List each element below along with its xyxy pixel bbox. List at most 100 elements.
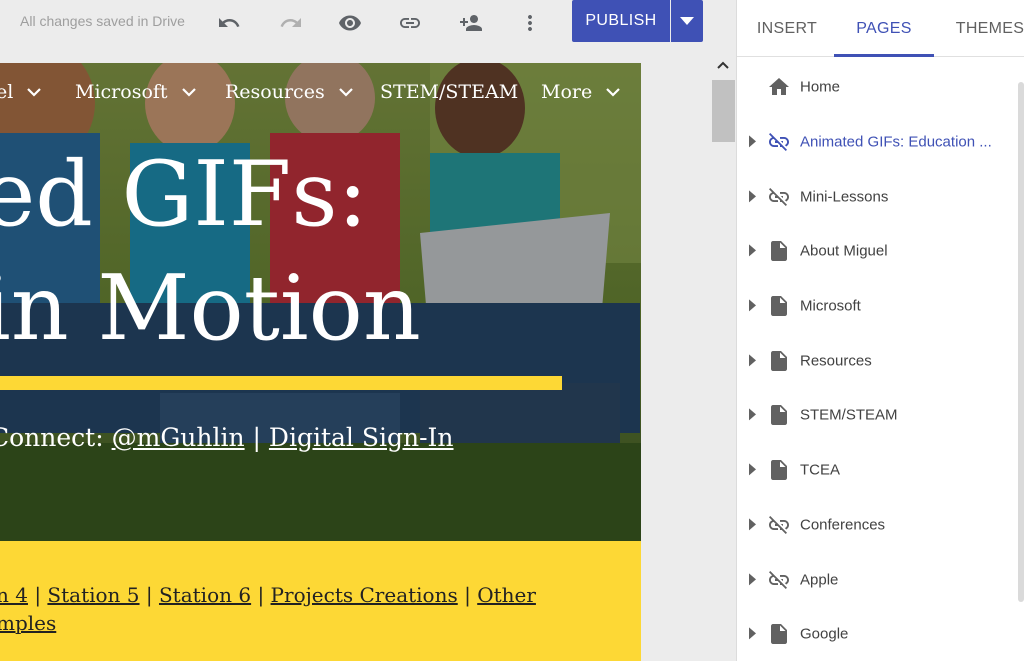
more-vert-icon	[528, 15, 532, 31]
home-icon	[769, 78, 789, 96]
page-item-mini-lessons[interactable]: Mini-Lessons	[737, 169, 1020, 224]
page-item-label: Microsoft	[800, 297, 861, 315]
page-icon	[771, 624, 787, 645]
undo-button[interactable]	[214, 8, 244, 38]
page-item-microsoft[interactable]: Microsoft	[737, 279, 1020, 334]
site-nav-label: Microsoft	[75, 81, 168, 103]
page-item-label: Google	[800, 625, 849, 643]
expand-caret-icon[interactable]	[749, 572, 757, 585]
page-item-label: TCEA	[800, 461, 841, 479]
link-separator: |	[251, 583, 271, 607]
publish-button[interactable]: PUBLISH	[572, 0, 670, 42]
chevron-down-icon	[181, 87, 196, 97]
editor-area: All changes saved in Drive PUBLISH el Mi…	[0, 0, 736, 661]
hero-connect-line: Connect: @mGuhlin | Digital Sign-In	[0, 423, 454, 452]
connect-prefix: Connect:	[0, 423, 112, 452]
site-nav-label: More	[541, 81, 593, 103]
chevron-down-icon	[606, 87, 621, 97]
expand-caret-icon[interactable]	[749, 354, 757, 367]
site-nav-item-microsoft[interactable]: Microsoft	[75, 81, 196, 103]
redo-icon	[280, 18, 301, 27]
page-item-animated-gifs[interactable]: Animated GIFs: Education ...	[737, 115, 1020, 170]
expand-caret-icon[interactable]	[749, 518, 757, 531]
chevron-down-icon	[338, 87, 353, 97]
link-separator: |	[139, 583, 159, 607]
save-status: All changes saved in Drive	[20, 13, 185, 29]
active-tab-indicator	[834, 54, 934, 57]
connect-separator: |	[244, 423, 269, 452]
tab-insert[interactable]: INSERT	[747, 0, 827, 57]
expand-caret-icon[interactable]	[749, 135, 757, 148]
page-item-conferences[interactable]: Conferences	[737, 498, 1020, 553]
undo-icon	[219, 18, 240, 27]
panel-scrollbar[interactable]	[1018, 82, 1024, 602]
link-off-icon	[769, 570, 789, 589]
site-nav-item-miguel[interactable]: el	[0, 81, 42, 103]
publish-group: PUBLISH	[572, 0, 703, 42]
station-5-link[interactable]: Station 5	[47, 583, 139, 607]
redo-button[interactable]	[276, 8, 306, 38]
share-button[interactable]	[456, 8, 486, 38]
link-separator: |	[27, 583, 48, 607]
other-examples-link-continued[interactable]: mples	[0, 611, 56, 635]
chevron-down-icon	[680, 17, 694, 25]
projects-creations-link[interactable]: Projects Creations	[271, 583, 458, 607]
tab-pages[interactable]: PAGES	[834, 0, 934, 57]
station-6-link[interactable]: Station 6	[159, 583, 251, 607]
page-item-label: Home	[800, 78, 841, 96]
expand-caret-icon[interactable]	[749, 244, 757, 257]
page-icon	[771, 241, 787, 262]
tab-themes[interactable]: THEMES	[945, 0, 1024, 57]
page-icon	[771, 296, 787, 317]
expand-caret-icon[interactable]	[749, 408, 757, 421]
page-item-tcea[interactable]: TCEA	[737, 443, 1020, 498]
site-nav-item-resources[interactable]: Resources	[225, 81, 353, 103]
sites-editor: All changes saved in Drive PUBLISH el Mi…	[0, 0, 1024, 661]
digital-sign-in-link[interactable]: Digital Sign-In	[269, 423, 454, 452]
other-examples-link[interactable]: Other	[477, 583, 536, 607]
expand-caret-icon[interactable]	[749, 627, 757, 640]
chevron-down-icon	[27, 87, 42, 97]
link-off-icon	[769, 515, 789, 534]
page-item-stem-steam[interactable]: STEM/STEAM	[737, 388, 1020, 443]
twitter-handle-link[interactable]: @mGuhlin	[112, 423, 245, 452]
station-links-section[interactable]: n 4 | Station 5 | Station 6 | Projects C…	[0, 541, 641, 661]
expand-caret-icon[interactable]	[749, 299, 757, 312]
page-item-label: Animated GIFs: Education ...	[800, 133, 992, 151]
site-nav-item-more[interactable]: More	[541, 81, 621, 103]
page-item-google[interactable]: Google	[737, 607, 1020, 661]
page-item-label: STEM/STEAM	[800, 406, 898, 424]
expand-caret-icon[interactable]	[749, 463, 757, 476]
site-canvas[interactable]: el Microsoft Resources STEM/STEAM More e…	[0, 63, 641, 661]
hero-section[interactable]: el Microsoft Resources STEM/STEAM More e…	[0, 63, 641, 541]
share-icon	[460, 15, 482, 31]
scrollbar-thumb[interactable]	[712, 80, 735, 142]
page-item-label: About Miguel	[800, 242, 888, 260]
page-icon	[771, 350, 787, 371]
hero-title-line-2: in Motion	[0, 256, 421, 361]
station-links: n 4 | Station 5 | Station 6 | Projects C…	[0, 581, 556, 637]
page-icon	[771, 460, 787, 481]
station-4-link[interactable]: n 4	[0, 583, 28, 607]
scroll-up-arrow[interactable]	[715, 58, 731, 72]
link-off-icon	[769, 187, 789, 206]
page-item-home[interactable]: Home	[737, 60, 1020, 115]
page-item-resources[interactable]: Resources	[737, 333, 1020, 388]
publish-options-button[interactable]	[671, 0, 703, 42]
pages-list: Home Animated GIFs: Education ... Mini-L…	[737, 60, 1020, 661]
site-nav-item-stem-steam[interactable]: STEM/STEAM	[380, 81, 518, 103]
link-icon	[400, 18, 420, 28]
link-off-icon	[769, 133, 789, 152]
page-item-label: Resources	[800, 352, 872, 370]
page-item-about-miguel[interactable]: About Miguel	[737, 224, 1020, 279]
page-icon	[771, 405, 787, 426]
page-item-apple[interactable]: Apple	[737, 552, 1020, 607]
expand-caret-icon[interactable]	[749, 190, 757, 203]
more-options-button[interactable]	[515, 8, 545, 38]
preview-button[interactable]	[335, 8, 365, 38]
editor-scrollbar[interactable]	[711, 50, 736, 661]
copy-link-button[interactable]	[395, 8, 425, 38]
site-navigation: el Microsoft Resources STEM/STEAM More	[0, 81, 641, 111]
preview-icon	[339, 15, 361, 31]
link-separator: |	[457, 583, 478, 607]
